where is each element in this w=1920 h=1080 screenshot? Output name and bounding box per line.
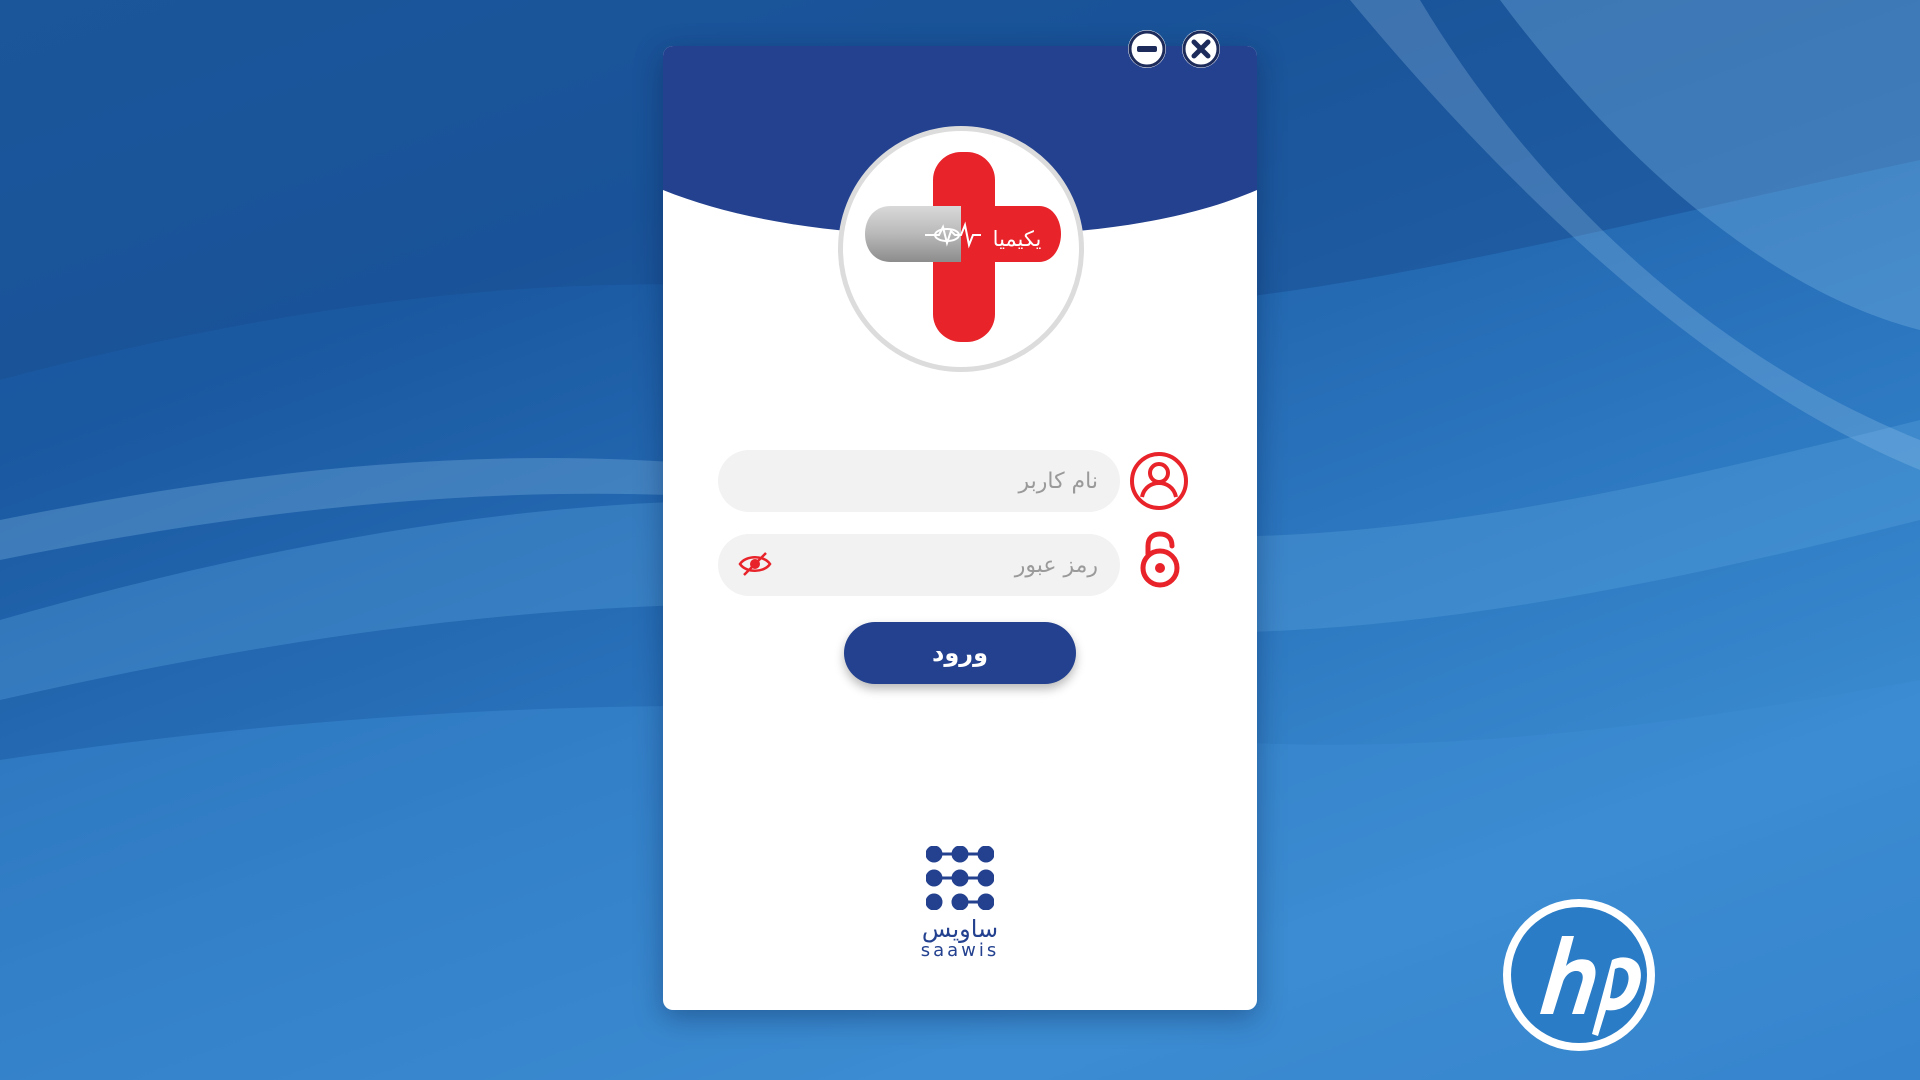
- brand-name-en: saawis: [920, 940, 1000, 961]
- brand-name-fa: ساویس: [921, 915, 999, 943]
- user-icon: [1130, 452, 1188, 510]
- brand-logo: ساویس saawis: [912, 846, 1008, 966]
- eye-hidden-icon[interactable]: [738, 549, 772, 579]
- minimize-button[interactable]: [1128, 30, 1166, 68]
- login-button[interactable]: ورود: [844, 622, 1076, 684]
- minus-circle-icon: [1128, 30, 1166, 68]
- password-field: [718, 534, 1120, 596]
- app-logo-text: یکیمیا: [992, 227, 1042, 251]
- username-field: [718, 450, 1120, 512]
- close-button[interactable]: [1182, 30, 1220, 68]
- hp-logo: [1503, 899, 1655, 1051]
- username-input[interactable]: [718, 450, 1120, 512]
- x-circle-icon: [1182, 30, 1220, 68]
- password-input[interactable]: [718, 534, 1120, 596]
- saawis-dots-icon: [926, 846, 994, 910]
- lock-icon: [1140, 531, 1180, 588]
